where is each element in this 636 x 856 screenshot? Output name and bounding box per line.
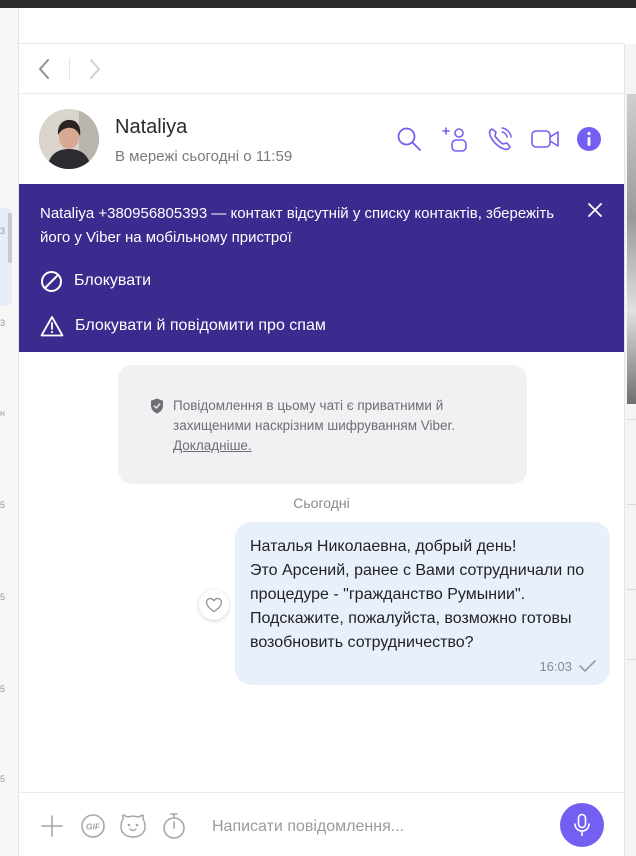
learn-more-link[interactable]: Докладніше. — [173, 438, 252, 453]
chat-header: Nataliya В мережі сьогодні о 11:59 — [19, 94, 624, 184]
plus-icon — [41, 815, 63, 837]
info-button[interactable] — [574, 124, 604, 154]
add-participant-button[interactable] — [440, 124, 470, 154]
chat-list-fragment: 5 — [0, 774, 6, 784]
block-report-spam-label: Блокувати й повідомити про спам — [75, 317, 326, 334]
encryption-text: Повідомлення в цьому чаті є приватними й… — [173, 398, 456, 433]
window-top-bar — [0, 0, 636, 8]
chat-list-fragment: 3 — [0, 226, 6, 236]
back-button[interactable] — [31, 56, 57, 82]
delivered-check-icon — [579, 660, 596, 672]
gif-icon: GIF — [81, 814, 105, 838]
block-icon — [41, 270, 62, 292]
divider — [627, 504, 636, 505]
contact-photo-preview — [627, 94, 636, 404]
message-input[interactable] — [212, 815, 552, 839]
attach-button[interactable] — [37, 811, 67, 841]
unknown-contact-banner: Nataliya +380956805393 — контакт відсутн… — [19, 184, 624, 352]
contact-status: В мережі сьогодні о 11:59 — [115, 148, 293, 165]
shield-icon — [151, 398, 163, 414]
avatar[interactable] — [39, 109, 99, 169]
search-button[interactable] — [394, 124, 424, 154]
gif-button[interactable]: GIF — [78, 811, 108, 841]
block-label: Блокувати — [74, 272, 152, 289]
avatar-photo — [39, 109, 99, 169]
timer-icon — [163, 813, 185, 839]
sticker-button[interactable] — [118, 811, 148, 841]
nav-separator — [69, 58, 70, 80]
search-icon — [397, 127, 421, 151]
svg-text:GIF: GIF — [86, 822, 101, 832]
navigation-bar — [19, 43, 624, 94]
message-time: 16:03 — [539, 659, 572, 674]
contact-name: Nataliya — [115, 116, 188, 138]
message-text: Наталья Николаевна, добрый день! Это Арс… — [250, 538, 585, 651]
heart-icon — [205, 597, 223, 613]
call-icon — [488, 127, 512, 151]
encryption-notice: Повідомлення в цьому чаті є приватними й… — [118, 365, 527, 484]
outgoing-message-bubble[interactable]: Наталья Николаевна, добрый день! Это Арс… — [235, 522, 610, 685]
microphone-icon — [574, 813, 590, 837]
divider — [627, 589, 636, 590]
chat-list-fragment: 5 — [0, 684, 6, 694]
divider — [627, 659, 636, 660]
banner-message: Nataliya +380956805393 — контакт відсутн… — [40, 205, 555, 246]
divider — [627, 419, 636, 420]
banner-close-button[interactable] — [584, 199, 606, 221]
message-composer: GIF — [19, 792, 624, 856]
like-button[interactable] — [199, 590, 229, 620]
chat-list-fragment: 3 — [0, 318, 6, 328]
info-icon — [577, 127, 601, 151]
timer-button[interactable] — [159, 811, 189, 841]
contact-info-panel — [624, 44, 636, 856]
voice-message-button[interactable] — [560, 803, 604, 847]
warning-icon — [40, 316, 64, 337]
forward-button[interactable] — [82, 56, 108, 82]
sticker-icon — [120, 814, 146, 838]
chat-list-fragment: 5 — [0, 500, 6, 510]
chevron-left-icon — [39, 59, 49, 79]
block-button[interactable]: Блокувати — [40, 269, 151, 293]
add-participant-icon — [442, 127, 467, 152]
chat-list-fragment: 5 — [0, 592, 6, 602]
date-separator: Сьогодні — [293, 495, 350, 511]
close-icon — [588, 203, 602, 217]
block-report-spam-button[interactable]: Блокувати й повідомити про спам — [40, 314, 326, 338]
chat-list-scrollbar[interactable] — [8, 213, 12, 263]
chat-list-fragment: н — [0, 408, 5, 418]
call-button[interactable] — [485, 124, 515, 154]
chat-list-panel[interactable]: 3 3 н 5 5 5 5 — [0, 8, 19, 856]
chat-messages-area[interactable]: Повідомлення в цьому чаті є приватними й… — [19, 352, 624, 792]
video-call-button[interactable] — [530, 124, 560, 154]
chevron-right-icon — [90, 59, 100, 79]
video-call-icon — [531, 130, 559, 148]
